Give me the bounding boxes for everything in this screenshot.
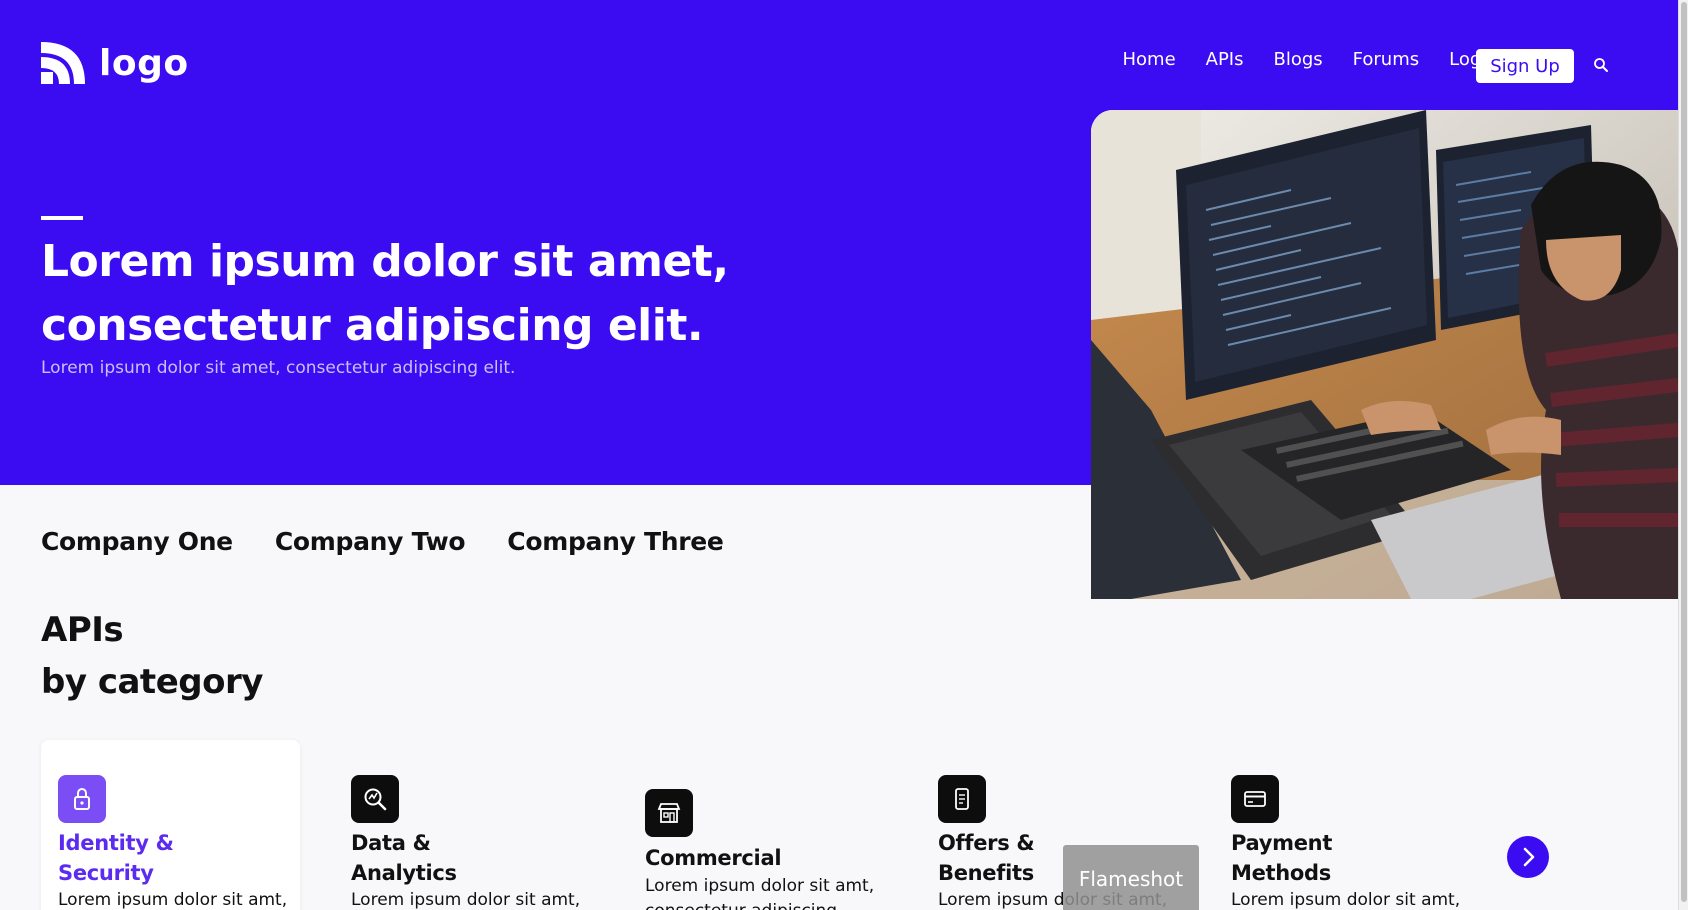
category-desc: Lorem ipsum dolor sit amt, [351,890,581,910]
signup-button[interactable]: Sign Up [1476,49,1574,83]
flameshot-overlay[interactable]: Flameshot [1063,845,1199,910]
company-logos: Company One Company Two Company Three [41,527,724,556]
category-desc-line2: consectetur adipiscing [645,901,837,910]
category-title: Data & Analytics [351,831,457,885]
coupon-icon [938,775,986,823]
nav-apis[interactable]: APIs [1206,49,1244,70]
hero-accent-line [41,216,83,220]
developer-illustration [1091,110,1678,599]
category-card-commercial[interactable]: Commercial Lorem ipsum dolor sit amt, co… [645,740,905,910]
category-title: Offers & Benefits [938,831,1035,885]
category-title: Payment Methods [1231,831,1333,885]
category-title: Commercial [645,846,782,870]
apis-section-heading: APIs by category [41,604,263,708]
carousel-next-button[interactable] [1507,836,1549,878]
category-card-data-analytics[interactable]: Data & Analytics Lorem ipsum dolor sit a… [351,740,611,910]
search-icon[interactable] [1593,57,1609,73]
category-card-payment-methods[interactable]: Payment Methods Lorem ipsum dolor sit am… [1231,740,1491,910]
lock-icon [58,775,106,823]
company-three: Company Three [507,527,724,556]
category-desc: Lorem ipsum dolor sit amt, [645,876,875,896]
chevron-right-icon [1523,847,1535,867]
page-scrollbar[interactable] [1678,0,1688,910]
hero-title: Lorem ipsum dolor sit amet, consectetur … [41,236,729,351]
nav-home[interactable]: Home [1122,49,1175,70]
hero-subtitle: Lorem ipsum dolor sit amet, consectetur … [41,358,516,378]
category-desc: Lorem ipsum dolor sit amt, [1231,890,1461,910]
nav-forums[interactable]: Forums [1353,49,1419,70]
category-card-identity-security[interactable]: Identity & Security Lorem ipsum dolor si… [41,740,300,910]
nav-blogs[interactable]: Blogs [1274,49,1323,70]
apis-heading-line1: APIs [41,610,124,650]
company-two: Company Two [274,527,466,556]
main-nav: Home APIs Blogs Forums LogIn [1122,49,1498,70]
category-title: Identity & Security [58,831,174,885]
logo-text: logo [99,42,189,84]
category-desc: Lorem ipsum dolor sit amt, [58,890,288,910]
logo[interactable]: logo [41,40,189,86]
company-one: Company One [41,527,233,556]
analytics-icon [351,775,399,823]
apis-heading-line2: by category [41,662,263,702]
scrollbar-thumb[interactable] [1681,2,1687,902]
logo-icon [41,42,85,84]
hero-image [1091,110,1678,599]
credit-card-icon [1231,775,1279,823]
store-icon [645,789,693,837]
